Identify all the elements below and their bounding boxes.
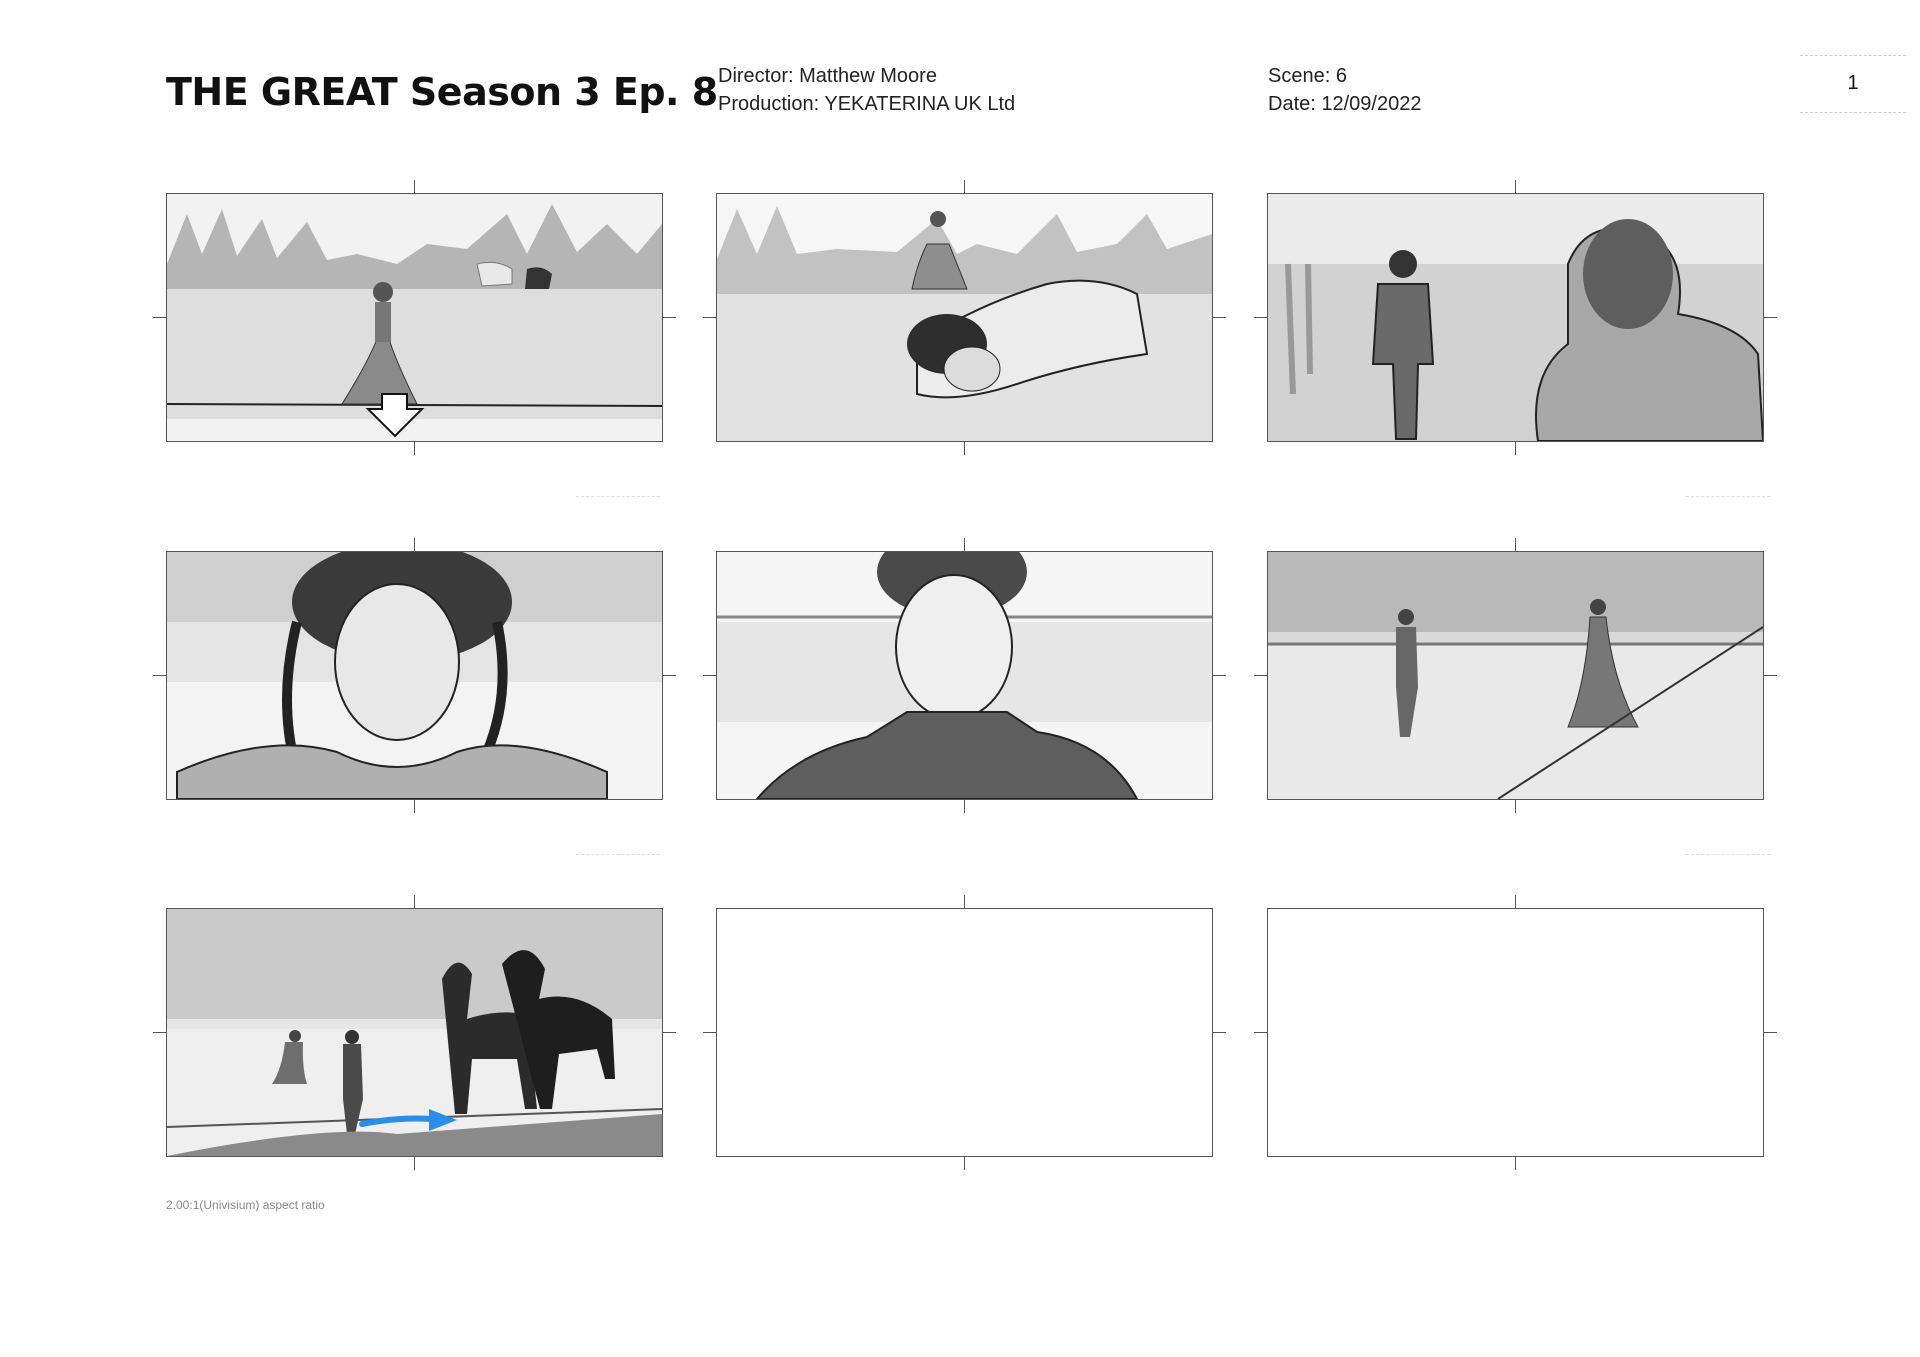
storyboard-panel-4	[153, 538, 676, 813]
frame-mark-top	[414, 895, 415, 909]
storyboard-panel-1	[153, 180, 676, 455]
production-line: Production: YEKATERINA UK Ltd	[718, 93, 1016, 115]
panel-6-sketch	[1268, 552, 1763, 799]
frame-mark-bottom	[964, 799, 965, 813]
panel-2-sketch	[717, 194, 1212, 441]
frame-mark-top	[1515, 180, 1516, 194]
frame-mark-left	[703, 1032, 717, 1033]
storyboard-panel-8	[703, 895, 1226, 1170]
frame-mark-right	[662, 317, 676, 318]
panel-5-sketch	[717, 552, 1212, 799]
storyboard-panel-9	[1254, 895, 1777, 1170]
frame-mark-top	[964, 180, 965, 194]
frame-mark-top	[414, 538, 415, 552]
frame-mark-left	[1254, 1032, 1268, 1033]
guide-dash	[1686, 854, 1770, 855]
frame-mark-right	[1763, 1032, 1777, 1033]
date-line: Date: 12/09/2022	[1268, 93, 1422, 115]
frame-mark-top	[1515, 895, 1516, 909]
storyboard-title: THE GREAT Season 3 Ep. 8	[166, 70, 718, 114]
frame-mark-left	[703, 675, 717, 676]
frame-mark-left	[153, 675, 167, 676]
frame-mark-left	[1254, 317, 1268, 318]
frame-mark-bottom	[414, 441, 415, 455]
guide-dash	[576, 854, 660, 855]
frame-mark-bottom	[414, 1156, 415, 1170]
frame-mark-right	[662, 1032, 676, 1033]
scene-line: Scene: 6	[1268, 65, 1347, 87]
frame-mark-bottom	[1515, 441, 1516, 455]
frame-mark-left	[153, 317, 167, 318]
frame-mark-left	[153, 1032, 167, 1033]
panel-4-sketch	[167, 552, 662, 799]
frame-mark-bottom	[414, 799, 415, 813]
director-line: Director: Matthew Moore	[718, 65, 937, 87]
storyboard-panel-3	[1254, 180, 1777, 455]
aspect-ratio-caption: 2.00:1(Univisium) aspect ratio	[166, 1198, 325, 1212]
storyboard-panel-5	[703, 538, 1226, 813]
frame-mark-right	[1763, 675, 1777, 676]
page-number-box: 1	[1800, 55, 1906, 113]
frame-mark-top	[964, 538, 965, 552]
page-number: 1	[1847, 72, 1859, 94]
frame-mark-right	[662, 675, 676, 676]
frame-mark-top	[414, 180, 415, 194]
storyboard-panel-7	[153, 895, 676, 1170]
frame-mark-bottom	[1515, 1156, 1516, 1170]
frame-mark-bottom	[964, 441, 965, 455]
scene-info-block: Scene: 6 Date: 12/09/2022	[1268, 62, 1421, 118]
storyboard-panel-2	[703, 180, 1226, 455]
frame-mark-right	[1212, 1032, 1226, 1033]
frame-mark-left	[703, 317, 717, 318]
guide-dash	[1686, 496, 1770, 497]
guide-dash	[576, 496, 660, 497]
frame-mark-left	[1254, 675, 1268, 676]
frame-mark-top	[964, 895, 965, 909]
frame-mark-bottom	[964, 1156, 965, 1170]
frame-mark-right	[1212, 675, 1226, 676]
credits-block: Director: Matthew Moore Production: YEKA…	[718, 62, 1015, 118]
panel-7-sketch	[167, 909, 662, 1156]
frame-mark-right	[1212, 317, 1226, 318]
frame-mark-right	[1763, 317, 1777, 318]
frame-mark-bottom	[1515, 799, 1516, 813]
frame-mark-top	[1515, 538, 1516, 552]
storyboard-panel-6	[1254, 538, 1777, 813]
panel-3-sketch	[1268, 194, 1763, 441]
panel-1-sketch	[167, 194, 662, 441]
